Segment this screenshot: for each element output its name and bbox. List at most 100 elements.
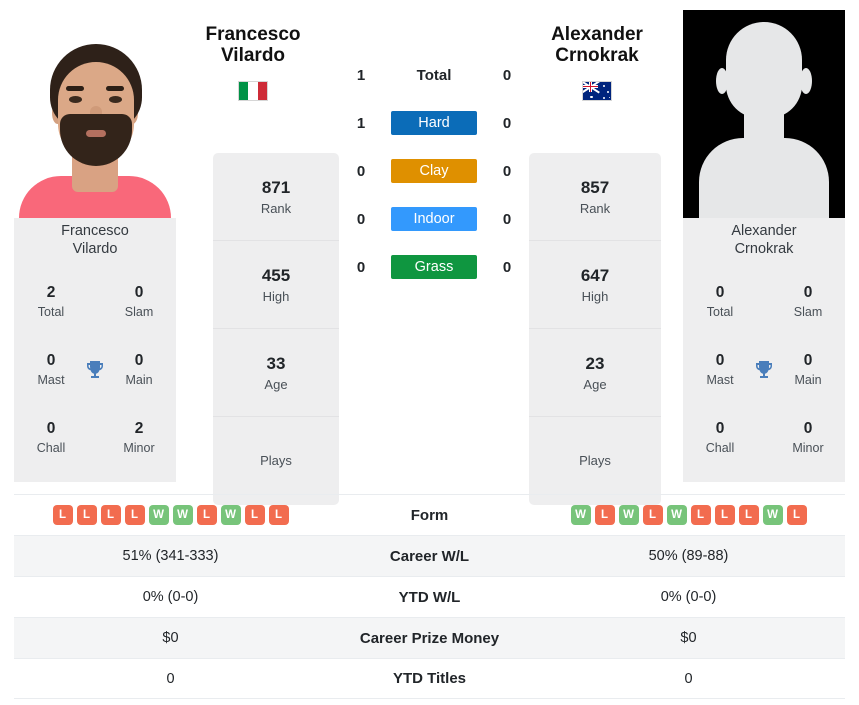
right-age-cell: 23 Age [529, 329, 661, 417]
table-row-career-wl: 51% (341-333) Career W/L 50% (89-88) [14, 535, 845, 576]
right-player-column: Alexander Crnokrak 0 Total 0 Slam 0 Mast… [683, 10, 845, 482]
flag-italy-icon [238, 80, 268, 101]
left-player-header: Francesco Vilardo [190, 24, 316, 101]
right-player-header: Alexander Crnokrak [530, 24, 664, 101]
right-player-first-name: Alexander [551, 24, 643, 45]
table-row-ytd-titles: 0 YTD Titles 0 [14, 658, 845, 699]
left-player-last-name: Vilardo [220, 45, 286, 67]
right-high-cell: 647 High [529, 241, 661, 329]
left-form-badge: L [124, 505, 145, 525]
left-form-badge: L [100, 505, 121, 525]
trophy-icon [749, 358, 779, 382]
right-nameplate-first: Alexander [731, 222, 797, 239]
left-form-badge: L [76, 505, 97, 525]
h2h-indoor-left: 0 [356, 210, 366, 228]
left-form-badge: W [148, 505, 169, 525]
right-career-prize-money: $0 [680, 630, 697, 646]
right-form-badge: W [666, 505, 687, 525]
left-form-badge: W [220, 505, 241, 525]
h2h-hard-right: 0 [502, 114, 512, 132]
left-rank-cell: 871 Rank [213, 153, 339, 241]
left-titles-row-1: 2 Total 0 Slam [14, 283, 176, 320]
right-player-nameplate: Alexander Crnokrak [683, 218, 845, 262]
left-titles-row-2: 0 Mast 0 Main [14, 351, 176, 388]
left-titles-mast: 0 Mast [37, 352, 65, 388]
h2h-total-right: 0 [502, 66, 512, 84]
left-player-nameplate: Francesco Vilardo [14, 218, 176, 262]
h2h-total-label: Total [416, 66, 452, 84]
row-label-ytd-wl: YTD W/L [398, 588, 461, 606]
h2h-row-hard: 1 Hard 0 [339, 110, 529, 136]
right-titles-total: 0 Total [706, 284, 734, 320]
row-label-career-prize-money: Career Prize Money [359, 629, 500, 647]
surface-badge-indoor[interactable]: Indoor [391, 207, 477, 231]
surface-badge-clay[interactable]: Clay [391, 159, 477, 183]
surface-badge-grass[interactable]: Grass [391, 255, 477, 279]
left-titles-card: 2 Total 0 Slam 0 Mast 0 Main 0 Chall 2 M… [14, 262, 176, 482]
table-row-ytd-wl: 0% (0-0) YTD W/L 0% (0-0) [14, 576, 845, 617]
h2h-grass-left: 0 [356, 258, 366, 276]
comparison-stats-table: LLLLWWLWLL Form WLWLWLLLWL 51% (341-333)… [14, 494, 845, 699]
flag-australia-icon [582, 80, 612, 101]
h2h-row-total: 1 Total 0 [339, 62, 529, 88]
right-player-stats-stack: 857 Rank 647 High 23 Age Plays [529, 153, 661, 505]
row-label-form: Form [410, 506, 449, 524]
right-form-badge: W [618, 505, 639, 525]
left-form-badge: L [52, 505, 73, 525]
right-form-badge: W [762, 505, 783, 525]
left-career-wl: 51% (341-333) [122, 548, 219, 564]
left-titles-chall: 0 Chall [36, 420, 66, 456]
right-ytd-titles: 0 [684, 670, 693, 687]
h2h-row-clay: 0 Clay 0 [339, 158, 529, 184]
left-form-badge: L [268, 505, 289, 525]
right-form-badge: W [570, 505, 591, 525]
right-titles-minor: 0 Minor [792, 420, 824, 456]
left-form-badges: LLLLWWLWLL [14, 505, 327, 525]
right-plays-cell: Plays [579, 453, 611, 469]
row-label-career-wl: Career W/L [389, 547, 470, 565]
table-row-form: LLLLWWLWLL Form WLWLWLLLWL [14, 494, 845, 535]
left-ytd-wl: 0% (0-0) [142, 589, 199, 605]
left-player-stats-stack: 871 Rank 455 High 33 Age Plays [213, 153, 339, 505]
right-titles-row-2: 0 Mast 0 Main [683, 351, 845, 388]
h2h-row-indoor: 0 Indoor 0 [339, 206, 529, 232]
left-ytd-titles: 0 [166, 670, 175, 687]
left-player-column: Francesco Vilardo 2 Total 0 Slam 0 Mast … [14, 10, 176, 482]
right-nameplate-last: Crnokrak [734, 241, 794, 257]
h2h-row-grass: 0 Grass 0 [339, 254, 529, 280]
right-form-badge: L [594, 505, 615, 525]
head-to-head-column: 1 Total 0 1 Hard 0 0 Clay 0 0 Indoor 0 0 [339, 10, 529, 482]
left-player-photo [14, 10, 176, 218]
h2h-clay-left: 0 [356, 162, 366, 180]
right-career-wl: 50% (89-88) [648, 548, 729, 564]
right-titles-main: 0 Main [794, 352, 822, 388]
left-titles-total: 2 Total [37, 284, 65, 320]
left-form-badge: W [172, 505, 193, 525]
h2h-hard-left: 1 [356, 114, 366, 132]
avatar-placeholder-icon [683, 10, 845, 218]
left-nameplate-last: Vilardo [72, 241, 118, 257]
right-player-photo [683, 10, 845, 218]
player-comparison-page: Francesco Vilardo Alexander Crnokrak Fra… [0, 0, 859, 705]
right-ytd-wl: 0% (0-0) [660, 589, 717, 605]
right-form-badge: L [714, 505, 735, 525]
left-titles-main: 0 Main [125, 352, 153, 388]
h2h-total-left: 1 [356, 66, 366, 84]
left-career-prize-money: $0 [162, 630, 179, 646]
table-row-career-prize-money: $0 Career Prize Money $0 [14, 617, 845, 658]
trophy-icon [80, 358, 110, 382]
h2h-grass-right: 0 [502, 258, 512, 276]
right-form-badge: L [690, 505, 711, 525]
right-form-badge: L [786, 505, 807, 525]
right-titles-row-3: 0 Chall 0 Minor [683, 419, 845, 456]
left-high-cell: 455 High [213, 241, 339, 329]
left-form-badge: L [244, 505, 265, 525]
right-titles-mast: 0 Mast [706, 352, 734, 388]
right-titles-slam: 0 Slam [793, 284, 823, 320]
left-titles-slam: 0 Slam [124, 284, 154, 320]
h2h-clay-right: 0 [502, 162, 512, 180]
right-form-badge: L [642, 505, 663, 525]
surface-badge-hard[interactable]: Hard [391, 111, 477, 135]
right-form-badges: WLWLWLLLWL [532, 505, 845, 525]
right-titles-card: 0 Total 0 Slam 0 Mast 0 Main 0 Chall 0 M… [683, 262, 845, 482]
